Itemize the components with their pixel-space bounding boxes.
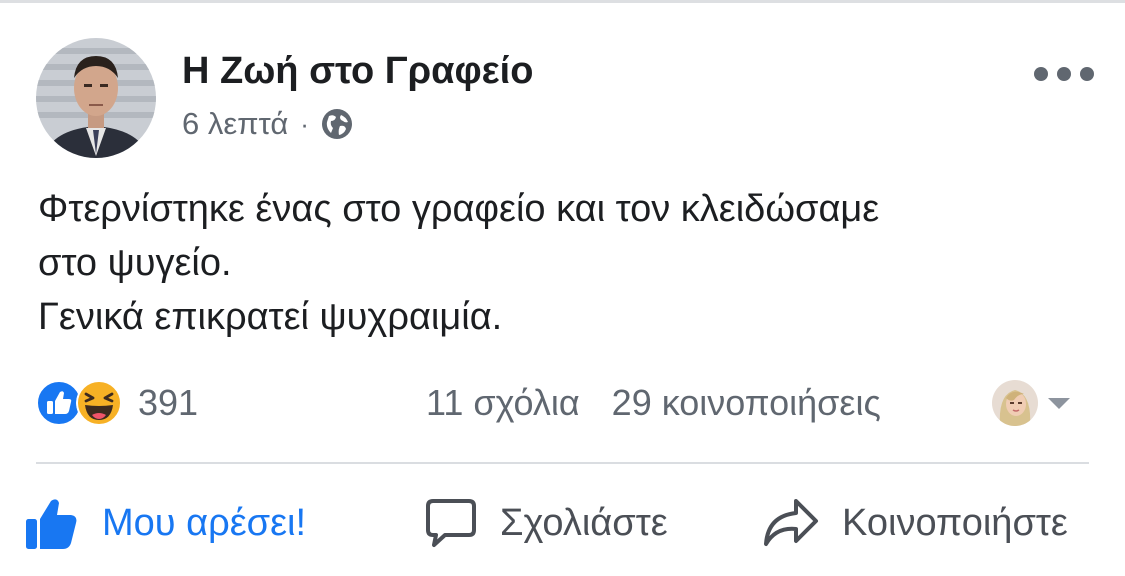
like-button[interactable]: Μου αρέσει! [24, 490, 306, 556]
thumbs-up-icon [26, 499, 77, 549]
haha-reaction-icon [76, 380, 122, 426]
reactions-summary[interactable]: 391 [36, 378, 198, 428]
more-options-icon[interactable] [1034, 64, 1094, 84]
share-arrow-icon [764, 499, 818, 546]
post-text-line: στο ψυγείο. [38, 242, 232, 284]
chevron-down-icon [1048, 398, 1070, 409]
share-label: Κοινοποιήστε [842, 501, 1068, 544]
comments-count-link[interactable]: 11 σχόλια [426, 382, 580, 424]
engagement-counts: 11 σχόλια 29 κοινοποιήσεις [426, 378, 881, 428]
top-border [0, 0, 1125, 3]
shares-count-link[interactable]: 29 κοινοποιήσεις [612, 382, 881, 424]
share-button[interactable]: Κοινοποιήστε [762, 490, 1068, 556]
reaction-count: 391 [138, 382, 199, 423]
more-dot [1057, 67, 1071, 81]
comment-button[interactable]: Σχολιάστε [424, 490, 668, 556]
divider [36, 462, 1089, 464]
page-avatar[interactable] [36, 38, 156, 158]
post-text: Φτερνίστηκε ένας στο γραφείο και τον κλε… [38, 182, 1088, 344]
more-dot [1034, 67, 1048, 81]
post-meta: 6 λεπτά · [182, 104, 355, 144]
post-text-line: Γενικά επικρατεί ψυχραιμία. [38, 296, 503, 338]
comment-icon [426, 499, 476, 547]
like-label: Μου αρέσει! [102, 501, 307, 544]
globe-icon[interactable] [319, 106, 355, 142]
viewer-selector[interactable] [992, 378, 1072, 428]
viewer-avatar [992, 380, 1038, 426]
more-dot [1080, 67, 1094, 81]
meta-separator: · [300, 108, 309, 139]
post-text-line: Φτερνίστηκε ένας στο γραφείο και τον κλε… [38, 188, 880, 230]
comment-label: Σχολιάστε [500, 501, 668, 544]
post-time[interactable]: 6 λεπτά [182, 106, 288, 142]
page-name[interactable]: Η Ζωή στο Γραφείο [182, 48, 533, 94]
